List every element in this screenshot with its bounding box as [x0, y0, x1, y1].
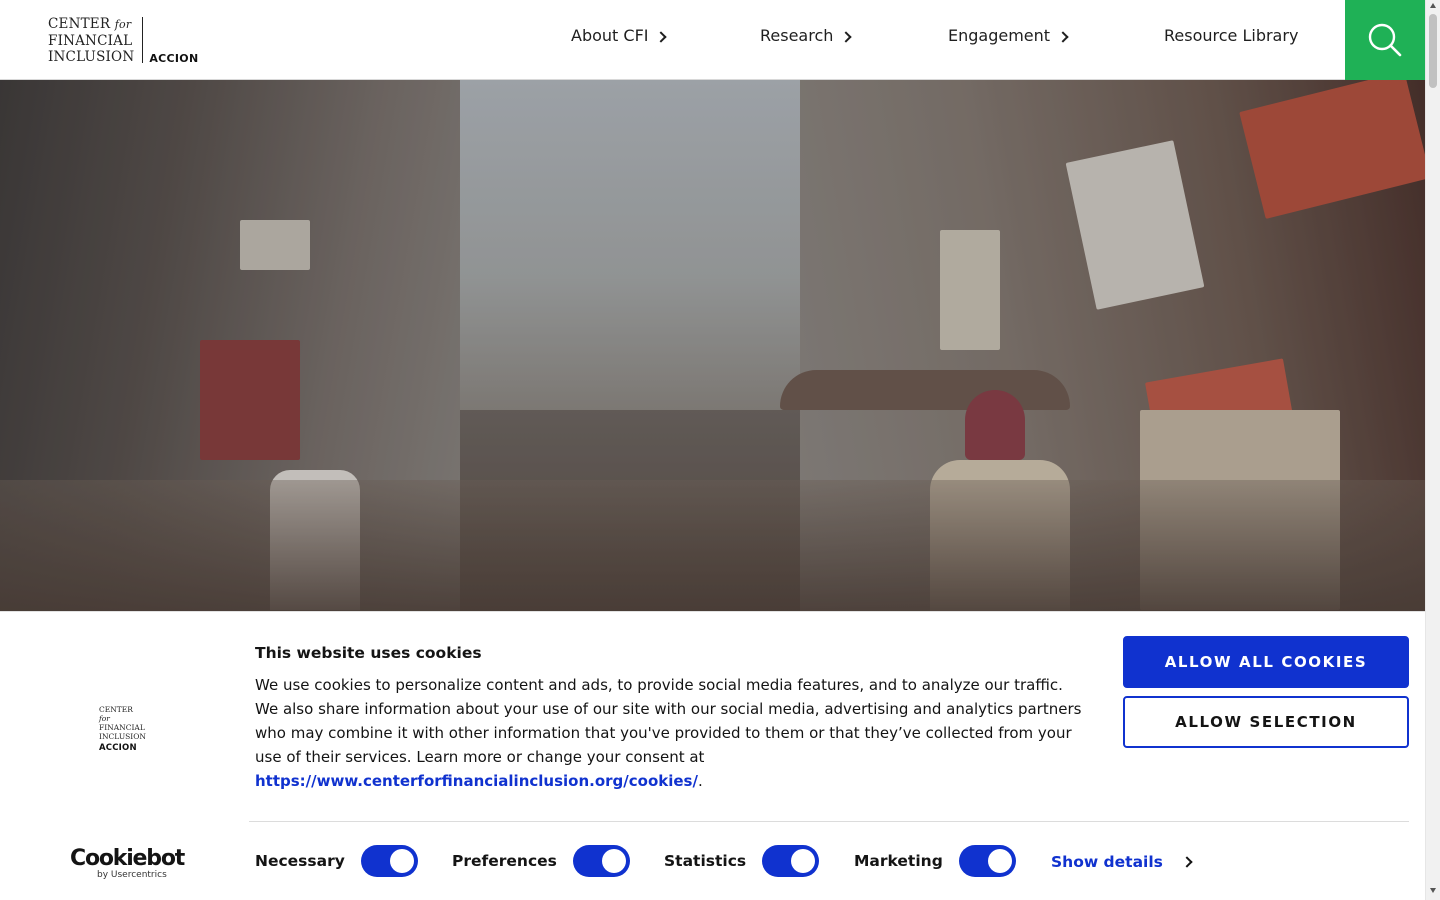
nav-label: Resource Library — [1164, 26, 1299, 45]
nav-resource-library[interactable]: Resource Library — [1164, 26, 1298, 45]
statistics-switch[interactable] — [762, 845, 820, 877]
preferences-switch[interactable] — [572, 845, 630, 877]
chevron-right-icon — [1181, 856, 1193, 868]
toggle-necessary: Necessary — [255, 845, 418, 877]
nav-about-cfi[interactable]: About CFI — [571, 26, 668, 45]
scroll-up-arrow-icon[interactable] — [1430, 3, 1436, 8]
scroll-down-arrow-icon[interactable] — [1430, 888, 1436, 893]
toggle-label: Necessary — [255, 852, 345, 870]
cookie-title: This website uses cookies — [255, 644, 482, 662]
scroll-thumb[interactable] — [1429, 14, 1437, 88]
search-button[interactable] — [1345, 0, 1425, 80]
chevron-right-icon — [1057, 30, 1069, 43]
hero-overlay — [0, 80, 1425, 612]
page-scrollbar[interactable] — [1425, 0, 1440, 900]
cookie-banner: CENTER for FINANCIAL INCLUSION ACCION Th… — [0, 611, 1425, 900]
switch-knob — [601, 849, 626, 873]
cookie-policy-link[interactable]: https://www.centerforfinancialinclusion.… — [255, 772, 698, 790]
site-header: CENTER for FINANCIAL INCLUSION ACCION Ab… — [0, 0, 1425, 80]
necessary-switch[interactable] — [360, 845, 418, 877]
show-details-link[interactable]: Show details — [1051, 853, 1193, 871]
switch-knob — [987, 849, 1012, 873]
cookie-banner-logo: CENTER for FINANCIAL INCLUSION ACCION — [99, 705, 146, 753]
cookie-divider — [249, 821, 1409, 822]
chevron-right-icon — [655, 30, 668, 43]
nav-research[interactable]: Research — [760, 26, 853, 45]
toggle-label: Marketing — [854, 852, 943, 870]
logo-divider — [142, 17, 144, 63]
nav-label: Engagement — [948, 26, 1051, 45]
chevron-right-icon — [840, 30, 853, 43]
toggle-statistics: Statistics — [664, 845, 820, 877]
logo-wordmark: CENTER for FINANCIAL INCLUSION — [48, 16, 135, 65]
toggle-preferences: Preferences — [452, 845, 630, 877]
hero-image — [0, 80, 1425, 612]
search-icon — [1368, 23, 1402, 57]
toggle-label: Statistics — [664, 852, 747, 870]
nav-label: Research — [760, 26, 834, 45]
switch-knob — [791, 849, 816, 873]
toggle-marketing: Marketing — [854, 845, 1016, 877]
switch-knob — [389, 849, 414, 873]
toggle-label: Preferences — [452, 852, 557, 870]
allow-all-cookies-button[interactable]: ALLOW ALL COOKIES — [1123, 636, 1409, 688]
allow-selection-button[interactable]: ALLOW SELECTION — [1123, 696, 1409, 748]
logo-accion: ACCION — [149, 52, 199, 65]
cookie-description: We use cookies to personalize content an… — [255, 676, 1082, 790]
site-logo[interactable]: CENTER for FINANCIAL INCLUSION ACCION — [48, 16, 198, 65]
cookiebot-logo[interactable]: Cookiebot by Usercentrics — [70, 847, 185, 881]
marketing-switch[interactable] — [958, 845, 1016, 877]
nav-label: About CFI — [571, 26, 649, 45]
nav-engagement[interactable]: Engagement — [948, 26, 1069, 45]
